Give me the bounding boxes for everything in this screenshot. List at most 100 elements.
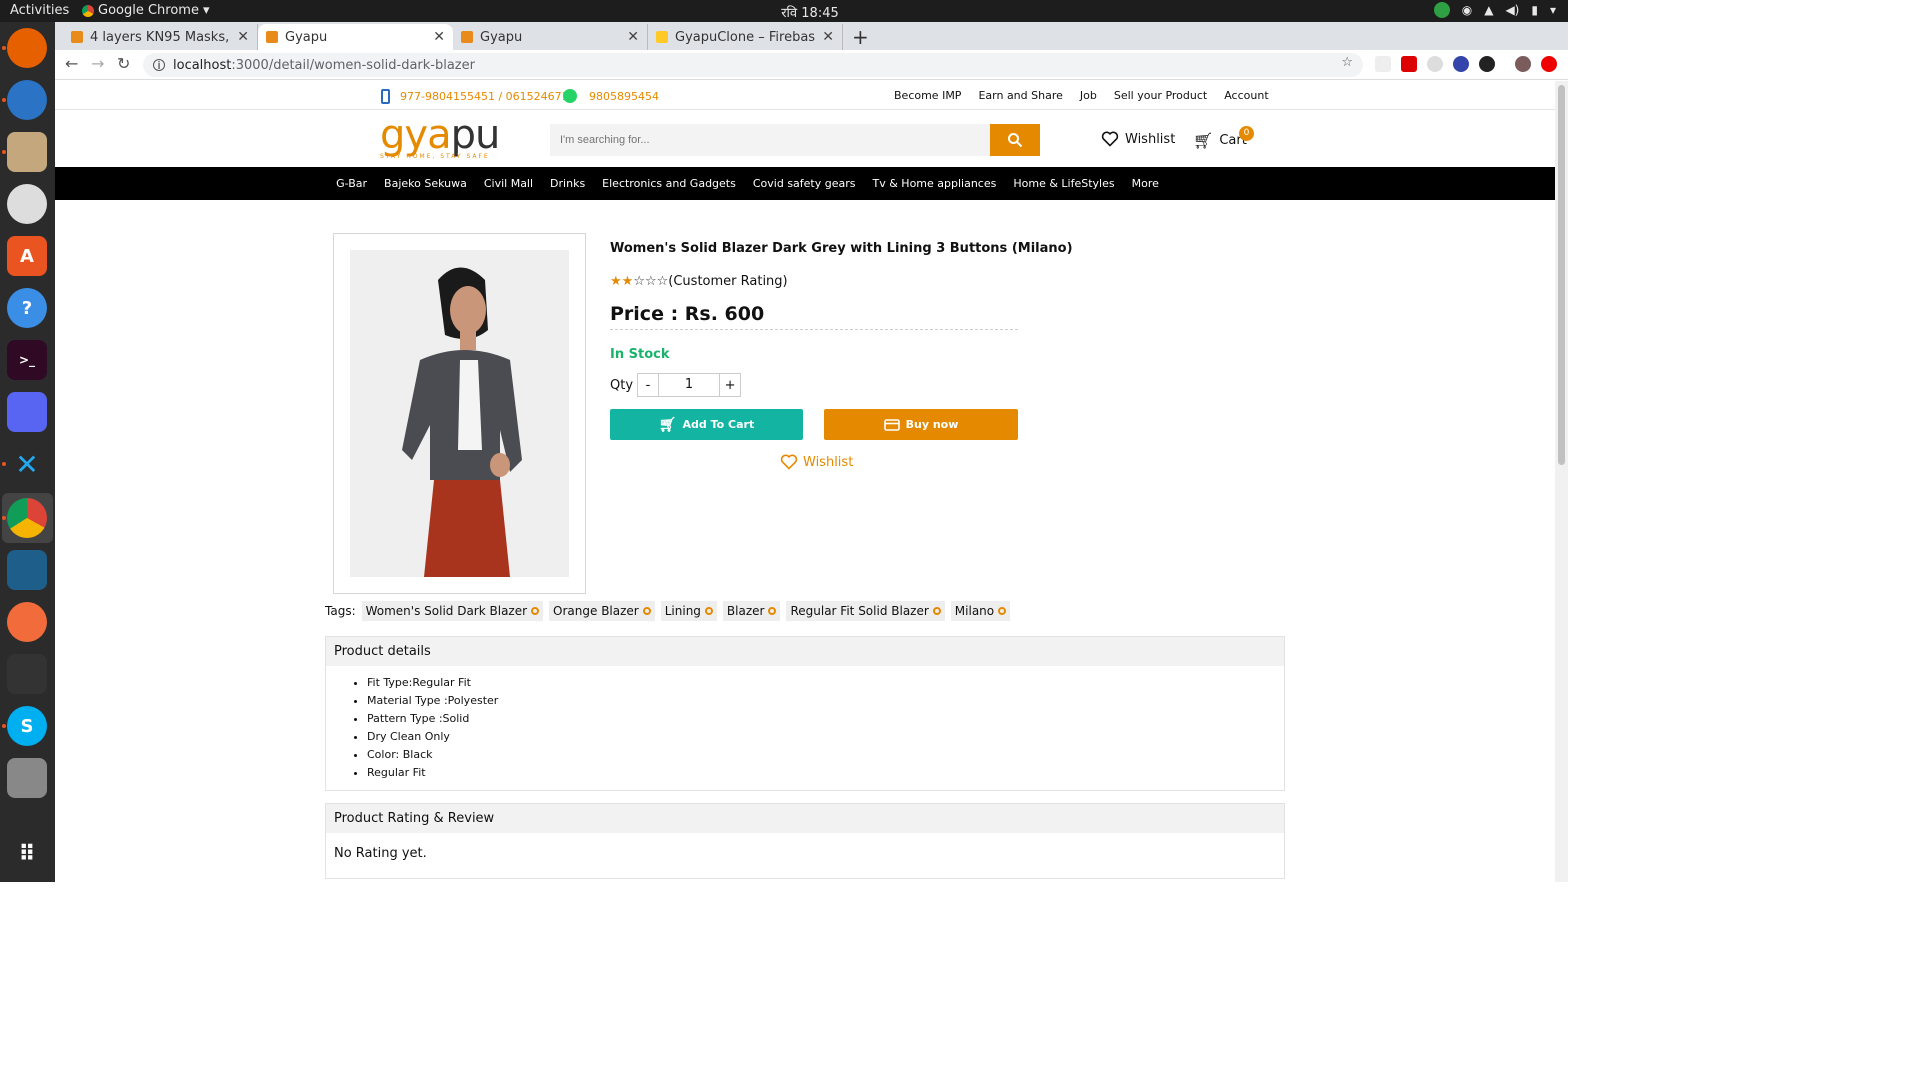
tab-kn95[interactable]: 4 layers KN95 Masks, 1pac ✕: [63, 24, 258, 50]
forward-arrow-icon[interactable]: →: [91, 54, 104, 73]
category-home-lifestyles[interactable]: Home & LifeStyles: [1013, 177, 1114, 190]
system-tray[interactable]: ◉ ▲ ◀) ▮ ▾: [1433, 2, 1556, 18]
settings-icon[interactable]: [7, 758, 47, 798]
close-icon[interactable]: ✕: [237, 29, 249, 45]
postman-icon[interactable]: [7, 602, 47, 642]
running-indicator: [2, 516, 6, 520]
tag-text: Lining: [664, 604, 701, 618]
logo-tagline: STAY HOME, STAY SAFE: [380, 153, 490, 160]
tab-firebase[interactable]: GyapuClone – Firebase co ✕: [648, 24, 843, 50]
star-filled-icon: ★: [621, 274, 634, 289]
extension-icon[interactable]: [1453, 56, 1469, 72]
dock: A ? >_ ✕ S ⠿: [0, 22, 55, 882]
rhythmbox-icon[interactable]: [7, 184, 47, 224]
category-civil-mall[interactable]: Civil Mall: [484, 177, 533, 190]
heart-icon: [780, 454, 798, 470]
app-menu[interactable]: Google Chrome ▾: [82, 3, 210, 18]
product-wishlist-button[interactable]: Wishlist: [780, 454, 853, 470]
link-earn-and-share[interactable]: Earn and Share: [978, 89, 1062, 102]
buy-now-button[interactable]: Buy now: [824, 409, 1018, 440]
video-editor-icon[interactable]: [7, 654, 47, 694]
cart-icon: 🛒︎: [1193, 131, 1214, 150]
mysql-workbench-icon[interactable]: [7, 550, 47, 590]
add-to-cart-button[interactable]: 🛒︎ Add To Cart: [610, 409, 803, 440]
profile-avatar[interactable]: [1515, 56, 1531, 72]
show-apps-icon[interactable]: ⠿: [7, 834, 47, 874]
qty-increment-button[interactable]: +: [719, 373, 742, 397]
tags-label: Tags:: [325, 604, 356, 618]
extension-icon[interactable]: [1541, 56, 1557, 72]
gyapu-logo[interactable]: gyapu STAY HOME, STAY SAFE: [380, 115, 500, 160]
page-scrollbar[interactable]: [1555, 81, 1568, 882]
firebase-favicon-icon: [656, 31, 668, 43]
vscode-icon[interactable]: ✕: [7, 444, 47, 484]
activities-button[interactable]: Activities: [10, 3, 69, 18]
qty-decrement-button[interactable]: -: [637, 373, 660, 397]
tab-strip: 4 layers KN95 Masks, 1pac ✕ Gyapu ✕ Gyap…: [55, 22, 1568, 50]
files-icon[interactable]: [7, 132, 47, 172]
category-g-bar[interactable]: G-Bar: [336, 177, 367, 190]
thunderbird-icon[interactable]: [7, 80, 47, 120]
category-tv-home[interactable]: Tv & Home appliances: [873, 177, 997, 190]
info-icon[interactable]: i: [153, 59, 165, 72]
close-icon[interactable]: ✕: [433, 29, 445, 45]
tag-chip[interactable]: Regular Fit Solid Blazer: [786, 601, 945, 621]
clock[interactable]: रवि 18:45: [760, 3, 860, 21]
qty-input[interactable]: 1: [659, 373, 720, 397]
skype-icon[interactable]: S: [7, 706, 47, 746]
gyapu-favicon-icon: [461, 31, 473, 43]
discord-icon[interactable]: [7, 392, 47, 432]
category-bajeko-sekuwa[interactable]: Bajeko Sekuwa: [384, 177, 467, 190]
tag-dot-icon: [531, 607, 540, 615]
json-viewer-extension-icon[interactable]: [1375, 56, 1391, 72]
address-bar[interactable]: i localhost:3000/detail/women-solid-dark…: [143, 53, 1363, 77]
link-job[interactable]: Job: [1080, 89, 1097, 102]
list-item: Pattern Type :Solid: [367, 710, 1284, 728]
terminal-icon[interactable]: >_: [7, 340, 47, 380]
extension-icon[interactable]: [1427, 56, 1443, 72]
reload-icon[interactable]: ↻: [117, 54, 130, 73]
list-item: Color: Black: [367, 746, 1284, 764]
close-icon[interactable]: ✕: [822, 29, 834, 45]
phone-numbers: 977-9804155451 / 061524671: [400, 90, 569, 103]
category-electronics[interactable]: Electronics and Gadgets: [602, 177, 736, 190]
link-become-imp[interactable]: Become IMP: [894, 89, 961, 102]
software-center-icon[interactable]: A: [7, 236, 47, 276]
chrome-dock-icon[interactable]: [7, 498, 47, 538]
category-covid-safety[interactable]: Covid safety gears: [753, 177, 856, 190]
extension-icon[interactable]: [1479, 56, 1495, 72]
tag-chip[interactable]: Orange Blazer: [549, 601, 655, 621]
link-account[interactable]: Account: [1224, 89, 1268, 102]
gyapu-favicon-icon: [71, 31, 83, 43]
close-icon[interactable]: ✕: [627, 29, 639, 45]
web-page: 977-9804155451 / 061524671 9805895454 Be…: [55, 81, 1555, 882]
category-drinks[interactable]: Drinks: [550, 177, 585, 190]
tag-text: Orange Blazer: [553, 604, 639, 618]
search-button[interactable]: [990, 124, 1040, 156]
product-photo[interactable]: [350, 250, 569, 577]
chrome-icon: [82, 4, 94, 17]
tag-text: Blazer: [726, 604, 765, 618]
tag-chip[interactable]: Blazer: [722, 601, 781, 621]
list-item: Regular Fit: [367, 764, 1284, 782]
extension-icon[interactable]: [1401, 56, 1417, 72]
back-arrow-icon[interactable]: ←: [65, 54, 78, 73]
link-sell-your-product[interactable]: Sell your Product: [1114, 89, 1207, 102]
bookmark-star-icon[interactable]: ☆: [1341, 55, 1353, 70]
chrome-window: 4 layers KN95 Masks, 1pac ✕ Gyapu ✕ Gyap…: [55, 22, 1568, 882]
tag-chip[interactable]: Lining: [660, 601, 717, 621]
help-icon[interactable]: ?: [7, 288, 47, 328]
tag-chip[interactable]: Milano: [950, 601, 1011, 621]
category-more[interactable]: More: [1132, 177, 1159, 190]
wishlist-label: Wishlist: [1125, 131, 1176, 147]
tag-chip[interactable]: Women's Solid Dark Blazer: [361, 601, 544, 621]
header-wishlist[interactable]: Wishlist: [1101, 131, 1175, 147]
firefox-icon[interactable]: [7, 28, 47, 68]
tab-gyapu-active[interactable]: Gyapu ✕: [258, 24, 453, 50]
new-tab-button[interactable]: +: [852, 25, 869, 49]
search-input[interactable]: [550, 124, 990, 156]
tab-gyapu[interactable]: Gyapu ✕: [453, 24, 648, 50]
wifi-icon: ▲: [1484, 3, 1494, 17]
scrollbar-thumb[interactable]: [1558, 85, 1565, 465]
tag-dot-icon: [768, 607, 777, 615]
